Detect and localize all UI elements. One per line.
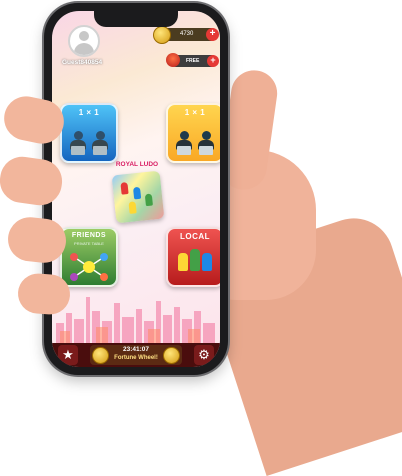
- ludo-board-image: [111, 170, 165, 224]
- pawn-icon: [178, 253, 188, 271]
- phone-notch: [94, 11, 178, 27]
- mode-label: 1 × 1: [184, 108, 206, 117]
- laptop-icon: [199, 146, 213, 155]
- mode-tile-friends[interactable]: FRIENDS PRIVATE TABLE: [60, 227, 118, 287]
- free-reward[interactable]: FREE +: [166, 53, 219, 67]
- laptop-icon: [71, 146, 85, 155]
- coin-amount: 4730: [180, 31, 194, 37]
- player-name: Guest840854: [62, 59, 103, 66]
- wheel-timer: 23:41:07: [122, 346, 150, 353]
- free-label: FREE: [186, 58, 200, 64]
- pawn-icon: [128, 201, 137, 214]
- phone-frame: Guest840854 4730 + FREE + 1 × 1 1 × 1 RO…: [44, 3, 228, 375]
- network-icon: [70, 253, 108, 281]
- game-screen: Guest840854 4730 + FREE + 1 × 1 1 × 1 RO…: [52, 11, 220, 367]
- coin-balance: 4730 +: [153, 26, 219, 44]
- free-gift-icon: [166, 53, 180, 67]
- mode-tile-online-blue[interactable]: 1 × 1: [60, 103, 118, 163]
- pawn-icon: [144, 193, 153, 207]
- city-skyline-image: [56, 297, 215, 345]
- mode-tile-online-yellow[interactable]: 1 × 1: [166, 103, 220, 163]
- gear-icon[interactable]: ⚙: [194, 345, 214, 365]
- add-coins-button[interactable]: +: [206, 28, 219, 41]
- avatar-icon[interactable]: [68, 25, 100, 57]
- pawn-icon: [132, 186, 142, 200]
- add-free-button[interactable]: +: [207, 55, 219, 67]
- bottom-bar: ★ 23:41:07 Fortune Wheel! ⚙: [52, 343, 220, 367]
- wheel-label: Fortune Wheel!: [114, 355, 158, 361]
- mode-label: 1 × 1: [78, 108, 100, 117]
- star-icon[interactable]: ★: [58, 345, 78, 365]
- hand-finger: [16, 272, 72, 316]
- fortune-wheel-button[interactable]: 23:41:07 Fortune Wheel!: [90, 345, 182, 365]
- mode-tile-local[interactable]: LOCAL: [166, 227, 220, 287]
- coin-icon: [153, 26, 171, 44]
- laptop-icon: [177, 146, 191, 155]
- mode-sublabel: PRIVATE TABLE: [74, 241, 104, 246]
- pawn-icon: [190, 249, 200, 271]
- mode-label: FRIENDS: [71, 232, 107, 239]
- pawn-icon: [120, 182, 129, 195]
- mode-label: LOCAL: [179, 232, 211, 241]
- pawn-icon: [202, 253, 212, 271]
- laptop-icon: [93, 146, 107, 155]
